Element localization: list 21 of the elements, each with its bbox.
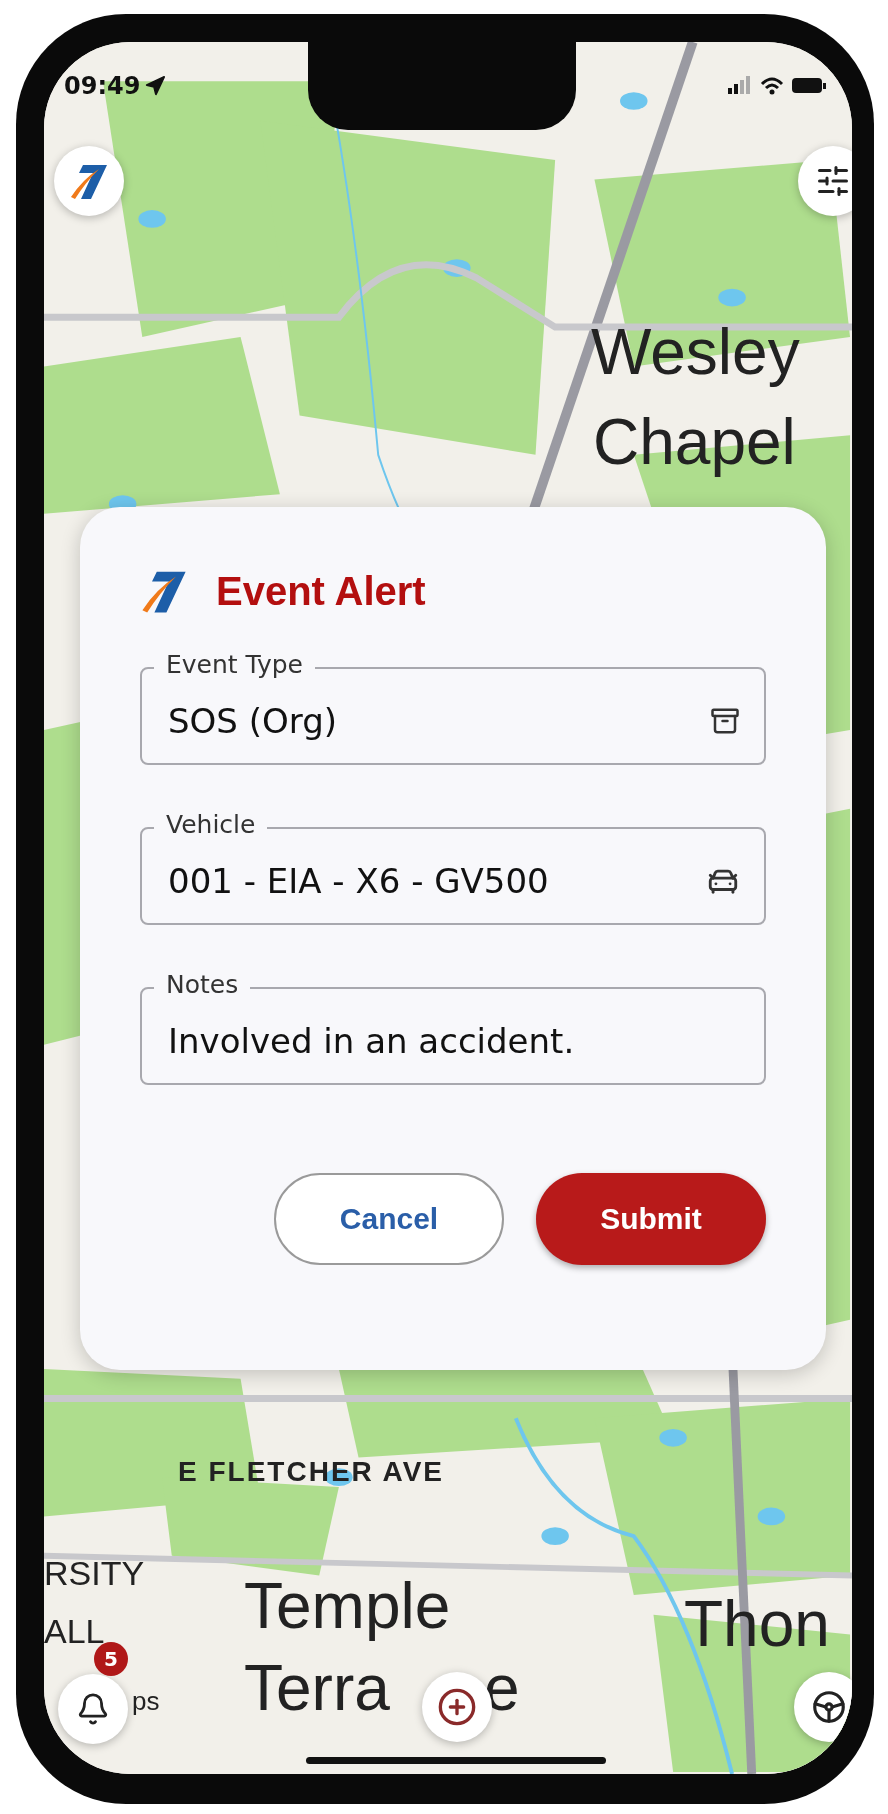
map-label: Terra (244, 1656, 390, 1720)
map-label: ps (132, 1688, 160, 1714)
vehicle-field[interactable]: Vehicle 001 - EIA - X6 - GV500 (140, 807, 766, 925)
field-value: SOS (Org) (168, 701, 337, 741)
location-arrow-icon (144, 75, 167, 97)
map-label: Thon (684, 1592, 830, 1656)
status-time: 09:49 (64, 72, 141, 100)
field-value: Involved in an accident. (168, 1021, 575, 1061)
sliders-icon (815, 163, 851, 199)
field-value: 001 - EIA - X6 - GV500 (168, 861, 549, 901)
map-label: RSITY (44, 1556, 145, 1590)
steering-wheel-icon (810, 1688, 848, 1726)
event-type-field[interactable]: Event Type SOS (Org) (140, 647, 766, 765)
notes-field[interactable]: Notes Involved in an accident. (140, 967, 766, 1085)
submit-button[interactable]: Submit (536, 1173, 766, 1265)
archive-icon[interactable] (710, 706, 740, 736)
plus-circle-icon (437, 1687, 477, 1727)
dialog-title: Event Alert (216, 568, 426, 614)
map-label: E FLETCHER AVE (178, 1458, 444, 1486)
cancel-button[interactable]: Cancel (274, 1173, 504, 1265)
bell-icon (76, 1692, 110, 1726)
